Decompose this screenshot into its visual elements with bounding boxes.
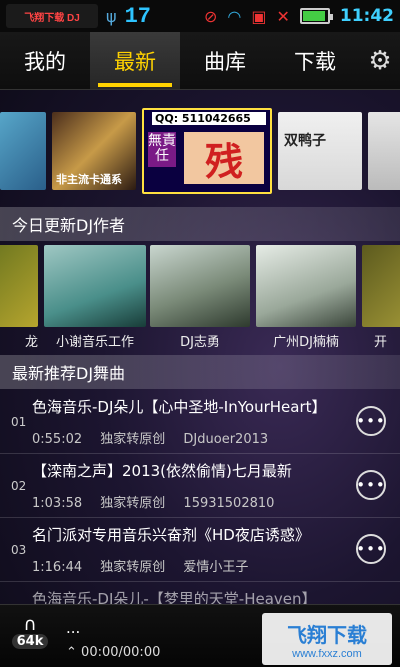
song-author: 爱情小王子 [183,560,249,575]
signal-icon: ✕ [276,6,290,26]
song-row[interactable]: 01 色海音乐-DJ朵儿【心中圣地-InYourHeart】 0:55:02 独… [0,390,400,454]
notification-app-icon: 飞翔下载 DJ [6,4,98,28]
mute-icon: ⊘ [203,6,218,26]
clock: 11:42 [339,6,394,26]
song-index: 03 [11,543,27,557]
song-list: 01 色海音乐-DJ朵儿【心中圣地-InYourHeart】 0:55:02 独… [0,390,400,622]
logo-url: www.fxxz.com [292,647,362,660]
song-index: 01 [11,415,27,429]
artist-photo [362,245,400,327]
headphones-icon: ∩ [23,614,37,635]
battery-icon [299,8,333,24]
song-duration: 1:16:44 [32,560,83,575]
song-title: 【滦南之声】2013(依然偷情)七月最新 [32,462,292,480]
artist-name: 小谢音乐工作 [55,335,134,350]
notification-count: 17 [124,3,151,29]
artist-name: 龙 [24,335,38,350]
tab-library[interactable]: 曲库 [180,32,270,89]
song-row[interactable]: 02 【滦南之声】2013(依然偷情)七月最新 1:03:58 独家转原创 15… [0,454,400,518]
artist-card[interactable]: 开 [362,245,400,350]
usb-icon: ψ [106,6,117,26]
artist-row[interactable]: 龙 小谢音乐工作 DJ志勇 广州DJ楠楠 开 [0,243,400,351]
banner-big-text: 残 [184,132,264,184]
artist-name: 开 [374,335,388,350]
song-author: 15931502810 [183,496,275,511]
more-options-icon[interactable]: ••• [356,534,386,564]
artist-name: 广州DJ楠楠 [273,335,339,350]
more-options-icon[interactable]: ••• [356,470,386,500]
song-meta: 1:03:58 独家转原创 15931502810 [32,492,288,511]
song-row[interactable]: 03 名门派对专用音乐兴奋剂《HD夜店诱惑》 1:16:44 独家转原创 爱情小… [0,518,400,582]
playback-time: ⌃ 00:00/00:00 [66,645,161,660]
artist-photo [0,245,38,327]
song-index: 02 [11,479,27,493]
artist-card[interactable]: 广州DJ楠楠 [256,245,356,350]
song-meta: 0:55:02 独家转原创 DJduoer2013 [32,428,282,447]
sim-icon: ▣ [251,6,267,26]
section-title-songs: 最新推荐DJ舞曲 [0,355,400,389]
banner-item[interactable] [368,112,400,190]
banner-item[interactable] [0,112,46,190]
tab-latest[interactable]: 最新 [90,32,180,89]
song-title: 色海音乐-DJ朵儿【心中圣地-InYourHeart】 [32,398,327,416]
banner-carousel[interactable]: 非主流卡通系 QQ: 511042665 無責任 残 双鸭子 [0,106,400,196]
watermark-logo: 飞翔下载 www.fxxz.com [262,613,392,665]
now-playing-title: ... [66,619,81,637]
song-tag: 独家转原创 [100,560,166,575]
banner-side-text: 無責任 [148,132,176,167]
section-title-artists: 今日更新DJ作者 [0,207,400,241]
settings-gear-icon[interactable]: ⚙ [360,32,400,89]
banner-item[interactable]: 非主流卡通系 [52,112,136,190]
artist-photo [44,245,146,327]
quality-toggle[interactable]: ∩ 64k [8,616,52,660]
song-meta: 1:16:44 独家转原创 爱情小王子 [32,556,262,575]
chevron-up-icon[interactable]: ⌃ [66,645,77,660]
artist-name: DJ志勇 [180,335,220,350]
artist-card[interactable]: 小谢音乐工作 [44,245,146,350]
artist-card[interactable]: DJ志勇 [150,245,250,350]
artist-card[interactable]: 龙 [0,245,38,350]
status-bar: 飞翔下载 DJ ψ 17 ⊘ ◠ ▣ ✕ 11:42 [0,0,400,32]
quality-label: 64k [11,634,49,649]
banner-text: 双鸭子 [284,133,326,149]
banner-caption: 非主流卡通系 [56,173,122,186]
artist-photo [256,245,356,327]
tab-bar: 我的 最新 曲库 下载 ⚙ [0,32,400,90]
song-duration: 0:55:02 [32,432,83,447]
tab-download[interactable]: 下载 [270,32,360,89]
logo-text: 飞翔下载 [287,622,367,647]
wifi-icon: ◠ [227,6,242,26]
song-title: 名门派对专用音乐兴奋剂《HD夜店诱惑》 [32,526,310,544]
song-author: DJduoer2013 [183,432,269,447]
more-options-icon[interactable]: ••• [356,406,386,436]
banner-item[interactable]: 双鸭子 [278,112,362,190]
song-tag: 独家转原创 [100,496,166,511]
song-tag: 独家转原创 [100,432,166,447]
song-duration: 1:03:58 [32,496,83,511]
player-bar[interactable]: ∩ 64k ... ⌃ 00:00/00:00 飞翔下载 www.fxxz.co… [0,604,400,667]
banner-item-featured[interactable]: QQ: 511042665 無責任 残 [142,108,272,194]
artist-photo [150,245,250,327]
banner-qq-text: QQ: 511042665 [152,112,266,125]
tab-mine[interactable]: 我的 [0,32,90,89]
